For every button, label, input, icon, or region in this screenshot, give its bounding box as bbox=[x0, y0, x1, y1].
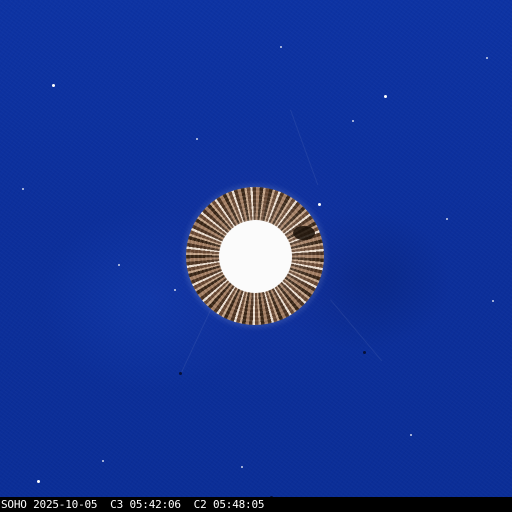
occulting-disk bbox=[219, 220, 292, 293]
star bbox=[410, 434, 412, 436]
star bbox=[102, 460, 104, 462]
star bbox=[492, 300, 494, 302]
star bbox=[52, 84, 55, 87]
coronal-feature bbox=[293, 226, 315, 240]
star bbox=[352, 120, 354, 122]
star bbox=[280, 46, 282, 48]
star bbox=[446, 218, 448, 220]
star bbox=[37, 480, 40, 483]
star bbox=[363, 351, 366, 354]
star bbox=[486, 57, 488, 59]
star bbox=[179, 372, 182, 375]
image-caption: SOHO 2025-10-05 C3 05:42:06 C2 05:48:05 bbox=[1, 498, 265, 511]
star bbox=[196, 138, 198, 140]
star bbox=[241, 466, 243, 468]
star bbox=[318, 203, 321, 206]
star bbox=[174, 289, 176, 291]
star bbox=[22, 188, 24, 190]
star bbox=[384, 95, 387, 98]
coronagraph-image: SOHO 2025-10-05 C3 05:42:06 C2 05:48:05 bbox=[0, 0, 512, 512]
star bbox=[118, 264, 120, 266]
